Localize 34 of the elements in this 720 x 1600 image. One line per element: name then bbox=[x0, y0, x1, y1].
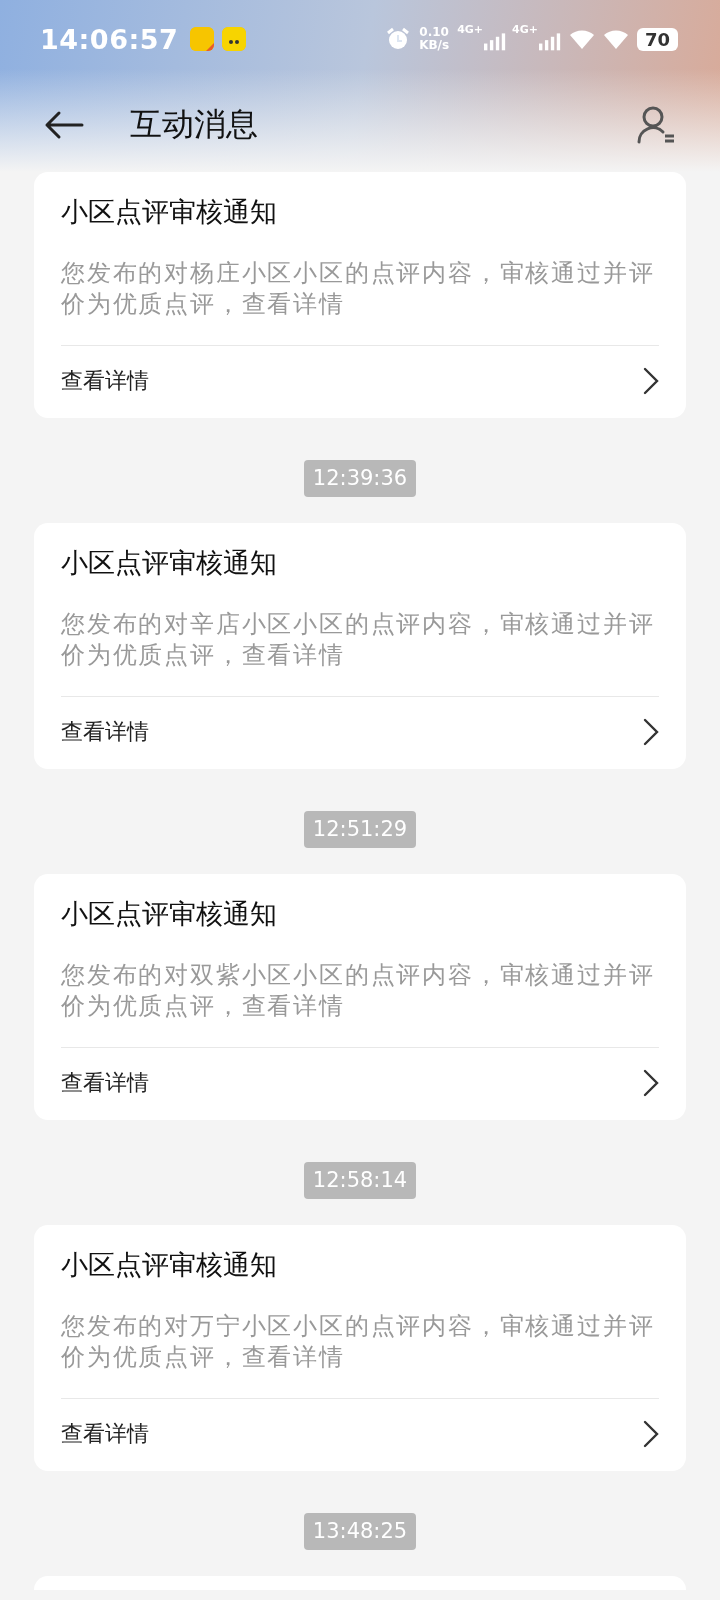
timestamp: 13:48:25 bbox=[303, 1513, 417, 1550]
network-type: 4G+ bbox=[457, 24, 484, 36]
timestamp: 12:39:36 bbox=[303, 460, 417, 497]
status-time: 14:06:57 bbox=[40, 23, 179, 55]
detail-link[interactable]: 查看详情 bbox=[61, 1047, 659, 1118]
timestamp: 12:58:14 bbox=[303, 1162, 417, 1199]
user-settings-icon[interactable] bbox=[636, 104, 676, 146]
net-speed: 0.10 bbox=[419, 26, 449, 39]
card-body: 您发布的对万宁小区小区的点评内容，审核通过并评价为优质点评，查看详情 bbox=[61, 1311, 656, 1373]
card-title: 小区点评审核通知 bbox=[61, 195, 278, 229]
detail-link[interactable]: 查看详情 bbox=[61, 1398, 659, 1469]
card-body: 您发布的对杨庄小区小区的点评内容，审核通过并评价为优质点评，查看详情 bbox=[61, 258, 656, 320]
card-body: 您发布的对双紫小区小区的点评内容，审核通过并评价为优质点评，查看详情 bbox=[61, 960, 656, 1022]
page-title: 互动消息 bbox=[130, 104, 259, 145]
card-title: 小区点评审核通知 bbox=[61, 1248, 278, 1282]
card-body: 您发布的对辛店小区小区的点评内容，审核通过并评价为优质点评，查看详情 bbox=[61, 609, 656, 671]
net-unit: KB/s bbox=[419, 39, 450, 52]
alarm-icon bbox=[385, 26, 412, 52]
chevron-icon bbox=[643, 718, 659, 746]
back-icon[interactable] bbox=[44, 110, 84, 140]
battery-level: 70 bbox=[636, 27, 678, 51]
chevron-icon bbox=[643, 1069, 659, 1097]
app-icon bbox=[222, 27, 247, 51]
wifi-icon bbox=[568, 28, 595, 50]
timestamp: 12:51:29 bbox=[303, 811, 417, 848]
card-title: 小区点评审核通知 bbox=[61, 546, 278, 580]
chevron-icon bbox=[643, 1420, 659, 1448]
network-type: 4G+ bbox=[512, 24, 538, 36]
detail-link[interactable]: 查看详情 bbox=[61, 345, 659, 416]
card-title: 小区点评审核通知 bbox=[61, 897, 278, 931]
wifi-icon bbox=[602, 28, 629, 50]
app-icon bbox=[190, 27, 215, 51]
detail-link[interactable]: 查看详情 bbox=[61, 696, 659, 767]
chevron-icon bbox=[643, 367, 659, 395]
